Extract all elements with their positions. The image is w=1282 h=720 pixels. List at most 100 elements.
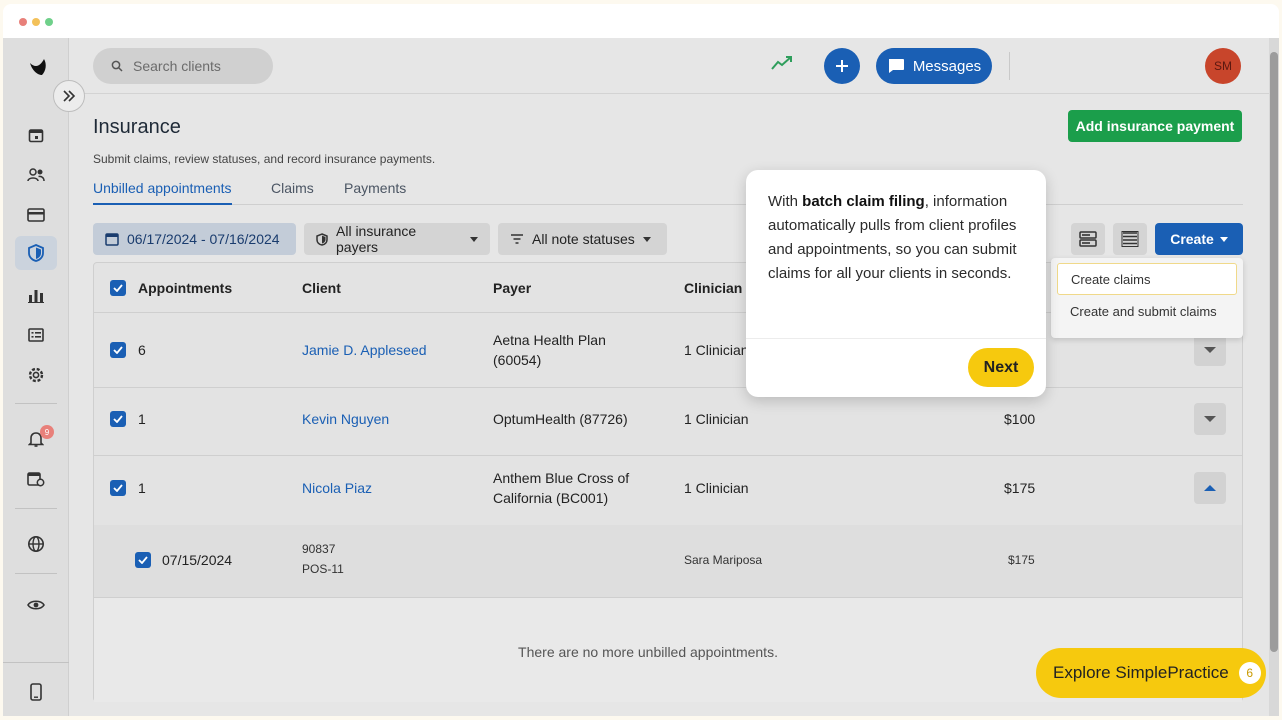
reports-icon xyxy=(28,328,44,342)
sidebar-item-settings[interactable] xyxy=(15,358,57,392)
add-insurance-payment-button[interactable]: Add insurance payment xyxy=(1068,110,1242,142)
date-range-label: 06/17/2024 - 07/16/2024 xyxy=(127,231,280,247)
search-input[interactable]: Search clients xyxy=(93,48,273,84)
tab-claims[interactable]: Claims xyxy=(271,180,314,205)
appointment-date: 07/15/2024 xyxy=(162,552,233,568)
header-client[interactable]: Client xyxy=(302,280,341,296)
insurance-payers-filter[interactable]: All insurance payers xyxy=(304,223,490,255)
header-clinician[interactable]: Clinician xyxy=(684,280,742,296)
tour-next-button[interactable]: Next xyxy=(968,348,1034,387)
page-title: Insurance xyxy=(93,116,181,138)
double-chevron-right-icon xyxy=(63,90,76,102)
explore-simplepractice-button[interactable]: Explore SimplePractice 6 xyxy=(1036,648,1266,698)
payer-name: OptumHealth (87726) xyxy=(493,411,628,427)
topbar: Search clients Messages SM xyxy=(69,38,1269,94)
sidebar-divider xyxy=(3,662,69,663)
sidebar-item-insurance[interactable] xyxy=(15,236,57,270)
checkmark-icon xyxy=(113,484,123,492)
select-all-checkbox[interactable] xyxy=(110,280,126,296)
row-checkbox[interactable] xyxy=(110,480,126,496)
page-subtitle: Submit claims, review statuses, and reco… xyxy=(93,152,436,166)
sidebar-item-reports[interactable] xyxy=(15,318,57,352)
tab-unbilled-appointments[interactable]: Unbilled appointments xyxy=(93,180,232,205)
calendar-icon xyxy=(28,129,44,143)
row-checkbox[interactable] xyxy=(110,411,126,427)
maximize-window-dot[interactable] xyxy=(45,18,53,26)
checkmark-icon xyxy=(113,284,123,292)
row-divider xyxy=(94,387,1242,388)
chevron-down-icon xyxy=(1204,347,1216,353)
sidebar-item-billing[interactable] xyxy=(15,198,57,232)
clinician-name: Sara Mariposa xyxy=(684,553,763,567)
scrollbar-thumb[interactable] xyxy=(1270,52,1278,652)
globe-icon xyxy=(28,536,44,552)
expand-row-button[interactable] xyxy=(1194,403,1226,435)
sidebar-item-calendar[interactable] xyxy=(15,118,57,152)
scrollbar[interactable] xyxy=(1269,38,1279,716)
sidebar-item-notifications[interactable]: 9 xyxy=(15,422,57,456)
header-appointments[interactable]: Appointments xyxy=(138,280,232,296)
checkmark-icon xyxy=(113,415,123,423)
sidebar-item-clients[interactable] xyxy=(15,158,57,192)
note-statuses-label: All note statuses xyxy=(532,231,635,247)
chevron-down-icon xyxy=(470,236,478,242)
create-dropdown-menu: Create claims Create and submit claims xyxy=(1051,258,1243,338)
avatar[interactable]: SM xyxy=(1205,48,1241,84)
messages-button[interactable]: Messages xyxy=(876,48,992,84)
chevron-down-icon xyxy=(1204,416,1216,422)
collapse-row-button[interactable] xyxy=(1194,472,1226,504)
notification-badge: 9 xyxy=(40,425,54,439)
sidebar-divider xyxy=(15,508,57,509)
row-checkbox[interactable] xyxy=(110,342,126,358)
window-titlebar xyxy=(3,4,1279,38)
explore-label: Explore SimplePractice xyxy=(1053,663,1229,682)
expand-sidebar-button[interactable] xyxy=(53,80,85,112)
quick-add-button[interactable] xyxy=(824,48,860,84)
clients-icon xyxy=(27,168,45,182)
tour-divider xyxy=(746,338,1046,339)
feature-tour-popover: With batch claim filing, information aut… xyxy=(746,170,1046,397)
client-link[interactable]: Kevin Nguyen xyxy=(302,411,389,427)
empty-state-message: There are no more unbilled appointments. xyxy=(518,644,778,660)
compact-view-button[interactable] xyxy=(1113,223,1147,255)
sidebar-item-website[interactable] xyxy=(15,527,57,561)
view-toggle-button[interactable] xyxy=(1071,223,1105,255)
menu-item-create-claims[interactable]: Create claims xyxy=(1057,263,1237,295)
payer-name: Anthem Blue Cross of xyxy=(493,470,630,486)
calendar-settings-icon xyxy=(27,472,45,487)
menu-item-create-and-submit-claims[interactable]: Create and submit claims xyxy=(1057,295,1237,327)
appointment-checkbox[interactable] xyxy=(135,552,151,568)
expand-row-button[interactable] xyxy=(1194,334,1226,366)
eye-icon xyxy=(27,600,45,610)
place-of-service: POS-11 xyxy=(302,562,344,576)
mobile-icon xyxy=(30,683,42,701)
search-placeholder: Search clients xyxy=(133,58,221,74)
checkmark-icon xyxy=(138,556,148,564)
sidebar-item-analytics[interactable] xyxy=(15,278,57,312)
analytics-icon xyxy=(28,290,44,303)
search-icon xyxy=(111,60,123,72)
note-statuses-filter[interactable]: All note statuses xyxy=(498,223,667,255)
sidebar-divider xyxy=(15,403,57,404)
clinician-count: 1 Clinician xyxy=(684,342,749,358)
shield-icon xyxy=(316,232,328,246)
close-window-dot[interactable] xyxy=(19,18,27,26)
create-button[interactable]: Create xyxy=(1155,223,1243,255)
chevron-up-icon xyxy=(1204,485,1216,491)
tab-payments[interactable]: Payments xyxy=(344,180,406,205)
sidebar-item-calendar-settings[interactable] xyxy=(15,462,57,496)
topbar-divider xyxy=(1009,52,1010,80)
tour-message: With batch claim filing, information aut… xyxy=(768,190,1030,286)
minimize-window-dot[interactable] xyxy=(32,18,40,26)
explore-count-badge: 6 xyxy=(1238,662,1261,684)
sidebar-item-preview[interactable] xyxy=(15,588,57,622)
client-link[interactable]: Nicola Piaz xyxy=(302,480,372,496)
client-link[interactable]: Jamie D. Appleseed xyxy=(302,342,427,358)
header-payer[interactable]: Payer xyxy=(493,280,531,296)
sidebar: 9 xyxy=(3,38,69,716)
appointment-detail-row: 07/15/2024 90837 POS-11 Sara Mariposa $1… xyxy=(94,525,1242,597)
date-range-filter[interactable]: 06/17/2024 - 07/16/2024 xyxy=(93,223,296,255)
sidebar-divider xyxy=(15,573,57,574)
trend-icon[interactable] xyxy=(771,54,793,72)
sidebar-item-mobile-app[interactable] xyxy=(15,675,57,709)
